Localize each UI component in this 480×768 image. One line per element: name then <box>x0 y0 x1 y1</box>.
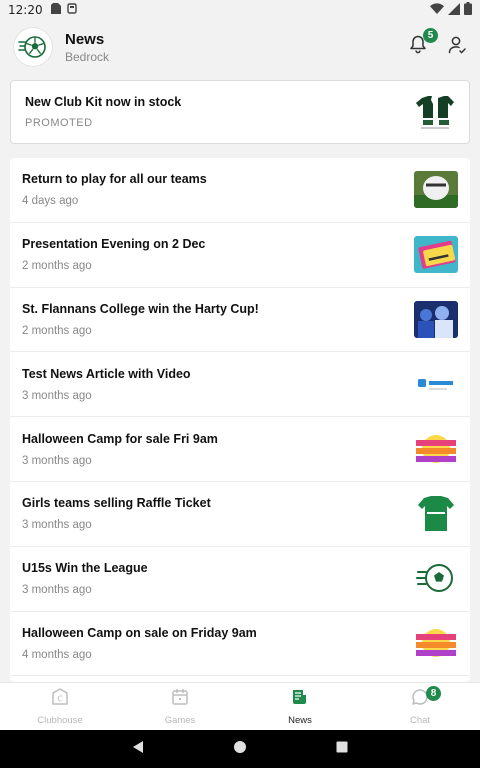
notifications-button[interactable]: 5 <box>406 28 438 59</box>
status-time: 12:20 <box>8 3 43 17</box>
news-thumbnail <box>414 624 458 662</box>
news-thumbnail <box>414 430 458 468</box>
profile-button[interactable] <box>448 36 466 59</box>
bottom-navigation: C Clubhouse Games News 8 Chat <box>0 682 480 730</box>
news-title: St. Flannans College win the Harty Cup! <box>22 301 259 316</box>
clubhouse-icon: C <box>50 687 70 712</box>
news-title: Test News Article with Video <box>22 366 191 381</box>
news-thumbnail <box>414 236 458 274</box>
news-item[interactable]: Halloween Camp on sale on Friday 9am 4 mo… <box>10 612 470 677</box>
news-item[interactable]: Test News Article with Video 3 months ago <box>10 352 470 418</box>
news-thumbnail <box>414 171 458 209</box>
nav-clubhouse[interactable]: C Clubhouse <box>0 683 120 730</box>
recents-icon[interactable] <box>335 740 349 759</box>
news-item[interactable]: Return to play for all our teams 4 days a… <box>10 158 470 223</box>
news-date: 3 months ago <box>22 584 92 597</box>
news-icon <box>290 687 310 712</box>
promo-title: New Club Kit now in stock <box>25 95 182 109</box>
nav-news[interactable]: News <box>240 683 360 730</box>
promo-thumbnail <box>413 93 457 131</box>
news-date: 3 months ago <box>22 519 92 532</box>
news-title: U15s Win the League <box>22 561 148 576</box>
profile-icon <box>448 36 466 58</box>
battery-icon <box>464 2 472 18</box>
news-item[interactable]: Presentation Evening on 2 Dec 2 months ag… <box>10 223 470 288</box>
news-date: 4 months ago <box>22 648 92 661</box>
news-thumbnail <box>414 560 458 598</box>
app-header: News Bedrock 5 <box>0 20 480 74</box>
wifi-icon <box>430 3 444 17</box>
home-icon[interactable] <box>233 740 247 759</box>
news-item[interactable]: St. Flannans College win the Harty Cup! 2… <box>10 288 470 353</box>
news-item[interactable]: Girls teams selling Raffle Ticket 3 month… <box>10 482 470 547</box>
svg-text:C: C <box>57 695 63 704</box>
back-icon[interactable] <box>131 740 145 759</box>
signal-icon <box>448 2 460 18</box>
sim-icon <box>50 3 61 17</box>
nav-label: Clubhouse <box>37 715 83 726</box>
nav-chat[interactable]: 8 Chat <box>360 683 480 730</box>
news-date: 2 months ago <box>22 260 92 273</box>
news-date: 2 months ago <box>22 324 92 337</box>
page-title: News <box>65 30 105 48</box>
news-title: Halloween Camp on sale on Friday 9am <box>22 625 257 640</box>
promo-label: PROMOTED <box>25 117 93 129</box>
status-bar: 12:20 <box>0 0 480 20</box>
system-navigation-bar <box>0 730 480 768</box>
news-date: 3 months ago <box>22 454 92 467</box>
news-title: Return to play for all our teams <box>22 172 207 187</box>
games-icon <box>170 687 190 712</box>
news-title: Presentation Evening on 2 Dec <box>22 237 206 252</box>
storage-icon <box>66 3 77 17</box>
news-title: Halloween Camp for sale Fri 9am <box>22 431 218 446</box>
news-item[interactable]: Halloween Camp for sale Fri 9am 3 months … <box>10 417 470 482</box>
nav-label: News <box>288 715 312 726</box>
notification-badge: 5 <box>423 28 438 43</box>
nav-label: Chat <box>409 715 431 726</box>
nav-label: Games <box>164 715 196 726</box>
news-thumbnail <box>414 365 458 403</box>
news-date: 4 days ago <box>22 195 79 208</box>
news-thumbnail <box>414 300 458 338</box>
chat-badge: 8 <box>426 686 441 701</box>
promoted-card[interactable]: New Club Kit now in stock PROMOTED <box>10 80 470 144</box>
news-title: Girls teams selling Raffle Ticket <box>22 496 211 511</box>
news-date: 3 months ago <box>22 389 92 402</box>
club-logo[interactable] <box>14 28 52 66</box>
news-list: Return to play for all our teams 4 days a… <box>10 158 470 682</box>
nav-games[interactable]: Games <box>120 683 240 730</box>
club-name: Bedrock <box>65 49 110 64</box>
news-thumbnail <box>414 495 458 533</box>
news-item[interactable]: U15s Win the League 3 months ago <box>10 547 470 612</box>
